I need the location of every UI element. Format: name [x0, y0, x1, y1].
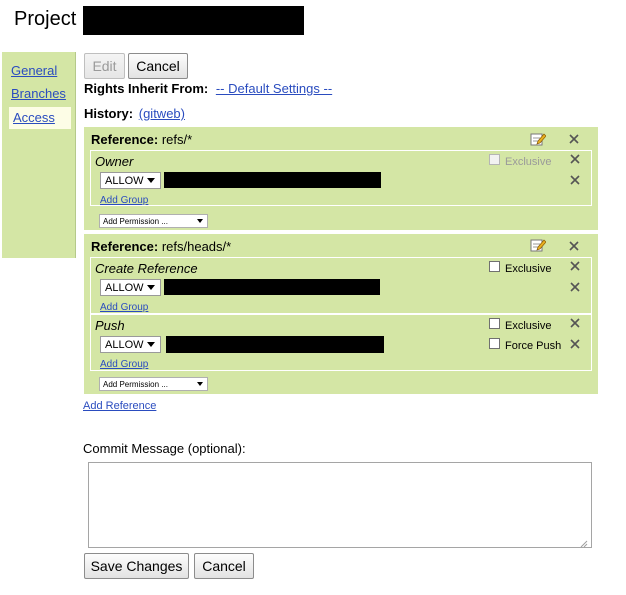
group-name-redacted — [164, 279, 380, 295]
chevron-down-icon — [197, 219, 203, 223]
reference-label: Reference: — [91, 132, 159, 147]
commit-message-input[interactable] — [88, 462, 592, 548]
remove-reference-close-icon[interactable] — [568, 240, 580, 252]
gitweb-link[interactable]: (gitweb) — [139, 106, 185, 121]
chevron-down-icon — [197, 382, 203, 386]
permission-name: Push — [95, 318, 125, 333]
rule-action-select[interactable]: ALLOW — [100, 336, 161, 353]
exclusive-label: Exclusive — [505, 320, 552, 332]
force-push-label: Force Push — [505, 340, 562, 352]
remove-permission-close-icon[interactable] — [569, 153, 581, 165]
edit-icon[interactable] — [530, 238, 547, 252]
permission-name: Create Reference — [95, 261, 198, 276]
rule-action-select[interactable]: ALLOW — [100, 172, 161, 189]
rule-action-select[interactable]: ALLOW — [100, 279, 161, 296]
cancel-button[interactable]: Cancel — [128, 53, 188, 79]
rights-inherit-label: Rights Inherit From: — [84, 81, 209, 96]
add-permission-select[interactable]: Add Permission ... — [99, 214, 208, 228]
rule-action-value: ALLOW — [105, 338, 144, 351]
sidebar-item-access[interactable]: Access — [9, 107, 71, 129]
add-permission-value: Add Permission ... — [103, 216, 168, 226]
group-name-redacted — [166, 336, 384, 353]
project-name-redacted — [83, 6, 304, 35]
add-permission-value: Add Permission ... — [103, 379, 168, 389]
exclusive-label: Exclusive — [505, 263, 552, 275]
permission-block: Push Exclusive ALLOW Force Push Add Grou… — [90, 314, 592, 371]
remove-rule-close-icon[interactable] — [569, 338, 581, 350]
rule-action-value: ALLOW — [105, 281, 144, 294]
reference-name: refs/heads/* — [161, 239, 232, 254]
rights-inherit-row: Rights Inherit From: -- Default Settings… — [84, 81, 332, 96]
cancel-button[interactable]: Cancel — [194, 553, 254, 579]
history-label: History: — [84, 106, 134, 121]
add-permission-select[interactable]: Add Permission ... — [99, 377, 208, 391]
reference-header: Reference: refs/* — [91, 132, 192, 147]
group-name-redacted — [164, 172, 381, 188]
sidebar-item-general[interactable]: General — [11, 63, 57, 78]
rule-action-value: ALLOW — [105, 174, 144, 187]
save-changes-button[interactable]: Save Changes — [84, 553, 189, 579]
reference-section: Reference: refs/heads/* Create Reference… — [84, 234, 598, 394]
chevron-down-icon — [147, 285, 155, 290]
chevron-down-icon — [147, 342, 155, 347]
remove-permission-close-icon[interactable] — [569, 260, 581, 272]
exclusive-checkbox[interactable] — [489, 261, 500, 272]
edit-button[interactable]: Edit — [84, 53, 125, 79]
permission-block: Owner Exclusive ALLOW Add Group — [90, 150, 592, 206]
exclusive-checkbox[interactable] — [489, 318, 500, 329]
resize-grip-icon[interactable] — [578, 536, 588, 548]
history-row: History: (gitweb) — [84, 106, 185, 121]
sidebar-item-branches[interactable]: Branches — [11, 86, 66, 101]
permission-block: Create Reference Exclusive ALLOW Add Gro… — [90, 257, 592, 314]
reference-name: refs/* — [161, 132, 193, 147]
reference-section: Reference: refs/* Owner Exclusive ALLOW … — [84, 127, 598, 230]
chevron-down-icon — [147, 178, 155, 183]
add-group-link[interactable]: Add Group — [100, 302, 148, 313]
remove-rule-close-icon[interactable] — [569, 174, 581, 186]
page-title: Project — [14, 8, 77, 30]
add-group-link[interactable]: Add Group — [100, 359, 148, 370]
add-group-link[interactable]: Add Group — [100, 195, 148, 206]
permission-name: Owner — [95, 154, 134, 169]
edit-icon[interactable] — [530, 132, 547, 146]
rights-inherit-link[interactable]: -- Default Settings -- — [216, 81, 332, 96]
remove-rule-close-icon[interactable] — [569, 281, 581, 293]
exclusive-checkbox[interactable] — [489, 154, 500, 165]
force-push-checkbox[interactable] — [489, 338, 500, 349]
remove-reference-close-icon[interactable] — [568, 133, 580, 145]
reference-label: Reference: — [91, 239, 159, 254]
sidebar: General Branches Access — [2, 52, 76, 258]
reference-header: Reference: refs/heads/* — [91, 239, 231, 254]
commit-message-label: Commit Message (optional): — [83, 441, 246, 456]
remove-permission-close-icon[interactable] — [569, 317, 581, 329]
add-reference-link[interactable]: Add Reference — [83, 400, 156, 412]
exclusive-label: Exclusive — [505, 156, 552, 168]
